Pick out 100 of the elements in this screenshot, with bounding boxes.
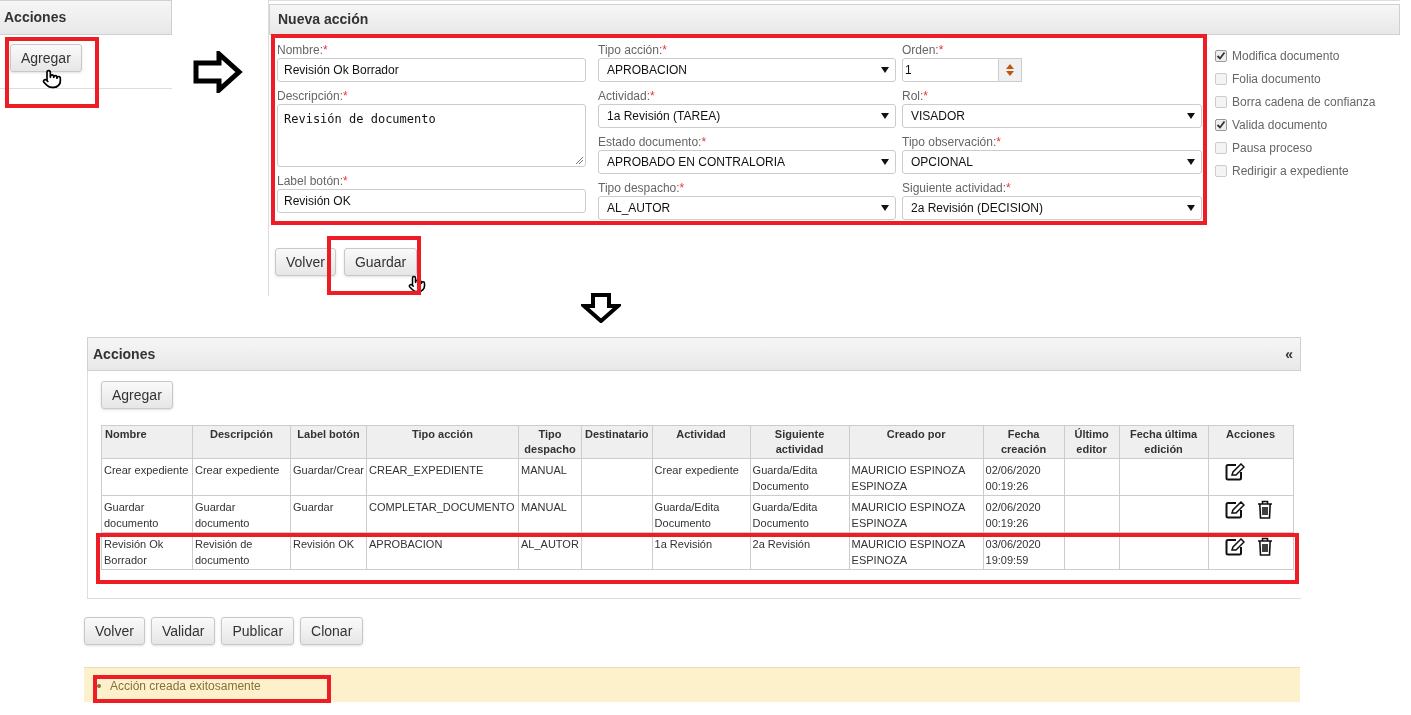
column-header: Actividad: [652, 425, 751, 459]
column-header: Acciones: [1208, 425, 1294, 459]
text-area[interactable]: Revisión de documento: [277, 104, 586, 167]
field-label: Orden:*: [902, 44, 945, 57]
table-cell: CREAR_EXPEDIENTE: [366, 458, 519, 496]
add-button[interactable]: Agregar: [101, 381, 173, 409]
table-cell: MANUAL: [518, 495, 582, 533]
dropdown[interactable]: APROBADO EN CONTRALORIA: [598, 150, 896, 174]
action-button[interactable]: Publicar: [221, 617, 295, 645]
table-cell: MANUAL: [518, 458, 582, 496]
column-header: Último editor: [1064, 425, 1120, 459]
column-header: Descripción: [192, 425, 291, 459]
column-header: Nombre: [101, 425, 193, 459]
table-cell: Guarda/Edita Documento: [750, 495, 850, 533]
trash-icon[interactable]: [1256, 500, 1273, 519]
column-header: Label botón: [290, 425, 367, 459]
column-header: Destinatario: [581, 425, 653, 459]
success-message: Acción creada exitosamente: [110, 678, 261, 695]
checkbox[interactable]: [1215, 49, 1227, 62]
checkbox[interactable]: [1215, 141, 1227, 154]
panel-header: Acciones: [0, 0, 172, 35]
table-cell: Crear expediente: [192, 458, 291, 496]
column-header: Creado por: [849, 425, 984, 459]
field-label: Siguiente actividad:*: [902, 182, 1012, 195]
table-cell: Crear expediente: [101, 458, 193, 496]
text-field[interactable]: Revisión Ok Borrador: [277, 58, 586, 82]
checkbox[interactable]: [1215, 72, 1227, 85]
table-cell: MAURICIO ESPINOZA ESPINOZA: [849, 458, 984, 496]
field-label: Label botón:*: [277, 175, 349, 188]
checkbox[interactable]: [1215, 164, 1227, 177]
field-label: Actividad:*: [598, 90, 656, 103]
column-header: Siguiente actividad: [750, 425, 850, 459]
field-label: Descripción:*: [277, 90, 349, 103]
action-button[interactable]: Validar: [150, 617, 216, 645]
table-cell: MAURICIO ESPINOZA ESPINOZA: [849, 495, 984, 533]
checkbox-label: Pausa proceso: [1232, 139, 1313, 157]
dropdown-arrow-icon: [881, 112, 889, 120]
edit-icon[interactable]: [1224, 537, 1245, 556]
column-header: Fecha última edición: [1119, 425, 1209, 459]
trash-icon[interactable]: [1256, 537, 1273, 556]
checkbox-label: Valida documento: [1232, 116, 1328, 134]
table-cell: COMPLETAR_DOCUMENTO: [366, 495, 519, 533]
field-label: Rol:*: [902, 90, 929, 103]
checkbox-label: Modifica documento: [1232, 47, 1340, 65]
hand-cursor-icon: [42, 69, 62, 89]
edit-icon[interactable]: [1224, 500, 1245, 519]
field-label: Nombre:*: [277, 44, 329, 57]
column-header: Tipo acción: [366, 425, 519, 459]
form-button[interactable]: Guardar: [343, 248, 418, 276]
dropdown[interactable]: 2a Revisión (DECISION): [902, 196, 1202, 220]
checkbox[interactable]: [1215, 95, 1227, 108]
text-field[interactable]: Revisión OK: [277, 189, 586, 213]
action-button[interactable]: Volver: [84, 617, 145, 645]
right-arrow-icon: [193, 51, 243, 93]
panel-title: Acciones: [93, 344, 156, 364]
form-button[interactable]: Volver: [275, 248, 336, 276]
table-cell: Guardar/Crear: [290, 458, 367, 496]
dropdown-arrow-icon: [1187, 112, 1195, 120]
column-header: Tipo despacho: [518, 425, 582, 459]
spinner-button[interactable]: [999, 58, 1022, 82]
dropdown[interactable]: VISADOR: [902, 104, 1202, 128]
number-field[interactable]: 1: [902, 58, 999, 82]
up-down-arrows-icon: [1006, 64, 1014, 76]
dropdown-arrow-icon: [1187, 158, 1195, 166]
table-cell: Guardar documento: [192, 495, 291, 533]
bullet-icon: [97, 684, 101, 688]
table-cell: Guarda/Edita Documento: [652, 495, 751, 533]
field-label: Estado documento:*: [598, 136, 708, 149]
resize-handle-icon[interactable]: [576, 157, 583, 164]
dropdown[interactable]: 1a Revisión (TAREA): [598, 104, 896, 128]
table-cell: Guarda/Edita Documento: [750, 458, 850, 496]
column-header: Fecha creación: [983, 425, 1065, 459]
field-label: Tipo despacho:*: [598, 182, 686, 195]
add-button[interactable]: Agregar: [10, 44, 82, 72]
dropdown[interactable]: OPCIONAL: [902, 150, 1202, 174]
dropdown[interactable]: AL_AUTOR: [598, 196, 896, 220]
dropdown-arrow-icon: [881, 204, 889, 212]
table-cell: 02/06/2020 00:19:26: [983, 458, 1065, 496]
dropdown-arrow-icon: [881, 66, 889, 74]
checkbox-label: Redirigir a expediente: [1232, 162, 1349, 180]
table-cell: [1064, 458, 1120, 496]
table-cell: 02/06/2020 00:19:26: [983, 495, 1065, 533]
table-cell: Guardar documento: [101, 495, 193, 533]
checkbox-label: Borra cadena de confianza: [1232, 93, 1376, 111]
table-cell: Guardar: [290, 495, 367, 533]
dropdown[interactable]: APROBACION: [598, 58, 896, 82]
field-label: Tipo acción:*: [598, 44, 668, 57]
edit-icon[interactable]: [1224, 463, 1245, 481]
hand-cursor-icon: [408, 275, 426, 293]
collapse-button[interactable]: «: [1285, 343, 1295, 365]
action-button[interactable]: Clonar: [300, 617, 364, 645]
panel-header: Nueva acción: [269, 4, 1400, 35]
checkbox-label: Folia documento: [1232, 70, 1321, 88]
table-cell: [581, 495, 653, 533]
table-cell: Crear expediente: [652, 458, 751, 496]
dropdown-arrow-icon: [1187, 204, 1195, 212]
table-cell: [1064, 495, 1120, 533]
field-label: Tipo observación:*: [902, 136, 1002, 149]
dropdown-arrow-icon: [881, 158, 889, 166]
checkbox[interactable]: [1215, 118, 1227, 131]
